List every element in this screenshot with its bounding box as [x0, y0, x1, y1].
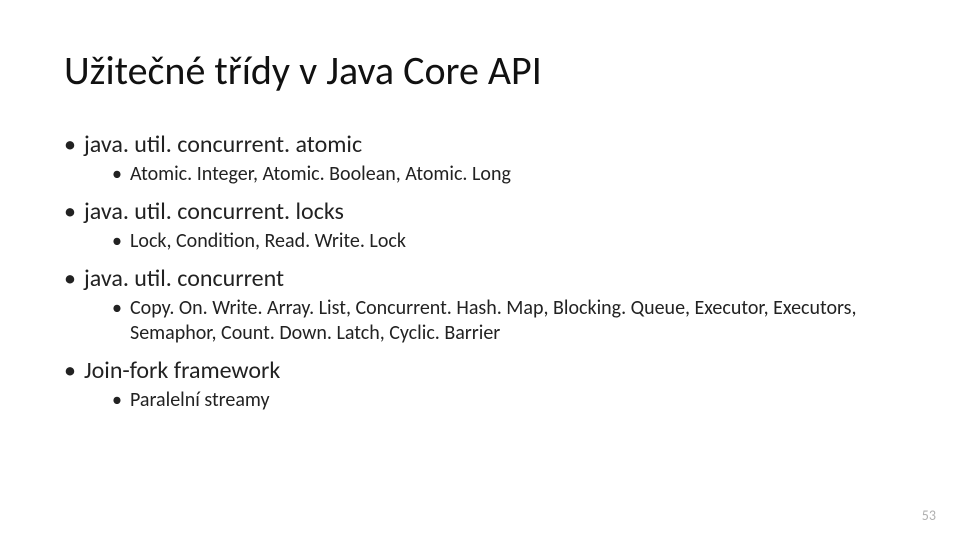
slide-title: Užitečné třídy v Java Core API [64, 48, 896, 94]
sub-bullet-item: Copy. On. Write. Array. List, Concurrent… [112, 296, 896, 346]
bullet-item: java. util. concurrent. atomic Atomic. I… [64, 130, 896, 187]
sub-bullet-list: Lock, Condition, Read. Write. Lock [84, 229, 896, 254]
sub-bullet-text: Copy. On. Write. Array. List, Concurrent… [130, 296, 856, 345]
sub-bullet-item: Paralelní streamy [112, 388, 896, 413]
slide: Užitečné třídy v Java Core API java. uti… [0, 0, 960, 540]
page-number: 53 [922, 507, 936, 524]
bullet-text: java. util. concurrent. locks [84, 197, 344, 226]
sub-bullet-text: Paralelní streamy [130, 388, 270, 412]
bullet-text: java. util. concurrent [84, 264, 284, 293]
sub-bullet-text: Lock, Condition, Read. Write. Lock [130, 229, 406, 253]
bullet-item: java. util. concurrent. locks Lock, Cond… [64, 197, 896, 254]
sub-bullet-item: Lock, Condition, Read. Write. Lock [112, 229, 896, 254]
bullet-item: Join-fork framework Paralelní streamy [64, 356, 896, 413]
bullet-text: java. util. concurrent. atomic [84, 130, 362, 159]
sub-bullet-list: Paralelní streamy [84, 388, 896, 413]
sub-bullet-list: Copy. On. Write. Array. List, Concurrent… [84, 296, 896, 346]
bullet-list: java. util. concurrent. atomic Atomic. I… [64, 130, 896, 413]
bullet-text: Join-fork framework [84, 356, 280, 385]
bullet-item: java. util. concurrent Copy. On. Write. … [64, 264, 896, 346]
sub-bullet-list: Atomic. Integer, Atomic. Boolean, Atomic… [84, 162, 896, 187]
sub-bullet-item: Atomic. Integer, Atomic. Boolean, Atomic… [112, 162, 896, 187]
sub-bullet-text: Atomic. Integer, Atomic. Boolean, Atomic… [130, 162, 511, 186]
